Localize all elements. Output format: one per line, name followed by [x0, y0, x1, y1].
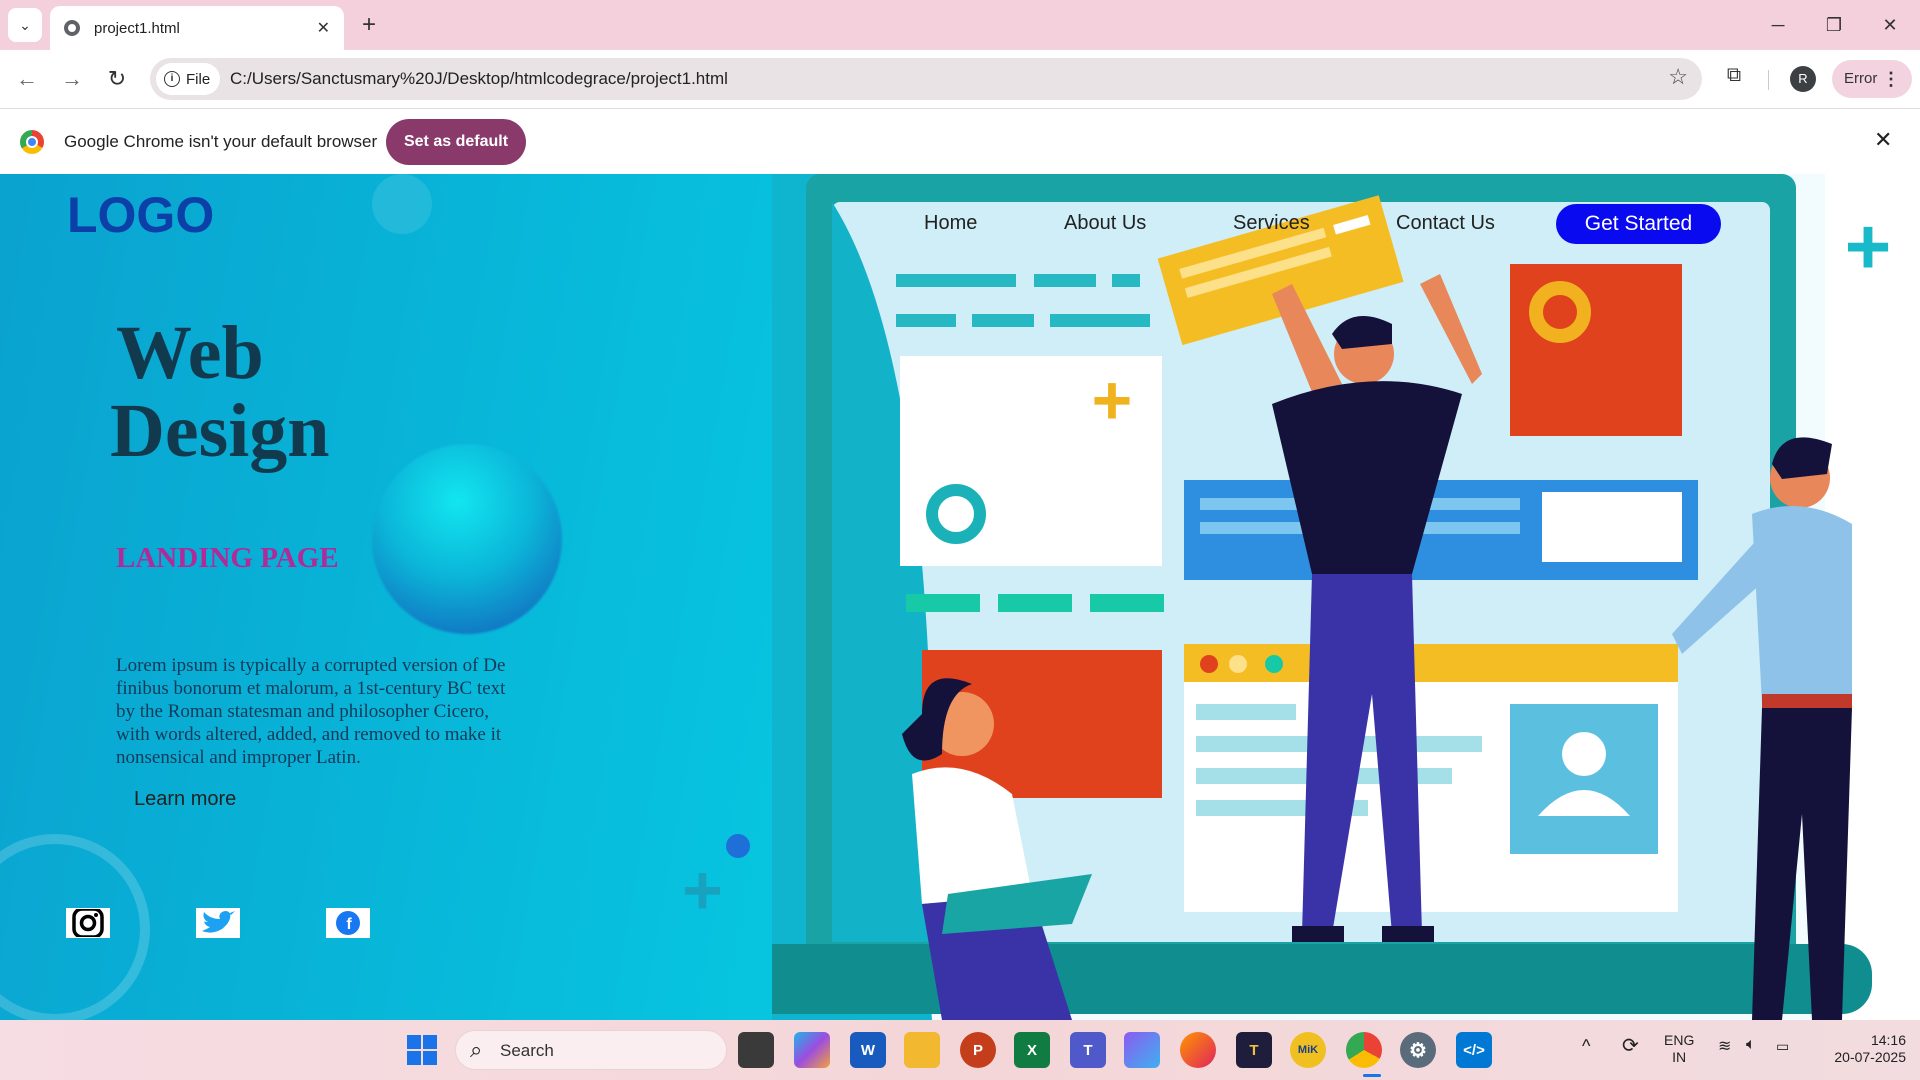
hero-description: Lorem ipsum is typically a corrupted ver…: [116, 655, 506, 768]
wifi-icon[interactable]: ≋: [1718, 1038, 1731, 1055]
site-info-chip[interactable]: i File: [156, 63, 221, 95]
hero-title-line1: Web: [116, 311, 264, 395]
decorative-dot: [726, 834, 750, 858]
decorative-plus-icon: +: [682, 851, 723, 929]
learn-more-link[interactable]: Learn more: [134, 788, 236, 811]
infobar-message: Google Chrome isn't your default browser: [64, 132, 378, 151]
team-web-design-illustration: + +: [772, 174, 1920, 1020]
tab-active[interactable]: project1.html ✕: [50, 6, 344, 50]
address-bar[interactable]: i File C:/Users/Sanctusmary%20J/Desktop/…: [150, 58, 1702, 100]
sync-icon[interactable]: ⟳: [1622, 1036, 1639, 1056]
back-button[interactable]: ←: [12, 64, 42, 94]
taskbar-search-label: Search: [500, 1041, 554, 1060]
url-text[interactable]: C:/Users/Sanctusmary%20J/Desktop/htmlcod…: [230, 69, 728, 89]
nav-services[interactable]: Services: [1233, 212, 1310, 235]
profile-avatar[interactable]: R: [1790, 66, 1816, 92]
site-chip-label: File: [186, 70, 211, 88]
clock[interactable]: 14:16 20-07-2025: [1816, 1032, 1906, 1066]
minimize-button[interactable]: ─: [1758, 8, 1798, 42]
close-tab-icon[interactable]: ✕: [317, 18, 330, 38]
windows-taskbar: ⌕ Search W P X T T MiK ⚙ </> ^ ⟳ ENG IN …: [0, 1020, 1920, 1080]
miktex-icon[interactable]: MiK: [1290, 1032, 1326, 1068]
tab-strip: ⌄ project1.html ✕ + ─ ❐ ✕: [0, 0, 1920, 50]
chevron-up-icon[interactable]: ^: [1582, 1037, 1590, 1055]
settings-gear-icon[interactable]: ⚙: [1400, 1032, 1436, 1068]
decorative-bubble: [372, 174, 432, 234]
tex-editor-icon[interactable]: T: [1236, 1032, 1272, 1068]
nav-about-us[interactable]: About Us: [1064, 212, 1146, 235]
info-icon: i: [164, 71, 180, 87]
tab-title: project1.html: [94, 19, 180, 37]
chrome-logo-icon: [20, 130, 44, 154]
site-logo[interactable]: LOGO: [67, 186, 214, 244]
get-started-button[interactable]: Get Started: [1556, 204, 1721, 244]
volume-icon[interactable]: 🔈︎: [1746, 1036, 1756, 1053]
tab-search-button[interactable]: ⌄: [8, 8, 42, 42]
default-browser-infobar: Google Chrome isn't your default browser…: [0, 108, 1920, 174]
clock-time: 14:16: [1870, 1032, 1906, 1048]
app-icon[interactable]: [1124, 1032, 1160, 1068]
chrome-taskbar-icon[interactable]: [1346, 1032, 1382, 1068]
language-line2: IN: [1672, 1049, 1687, 1065]
battery-icon[interactable]: ▭: [1776, 1038, 1789, 1055]
taskbar-search[interactable]: ⌕ Search: [455, 1030, 727, 1070]
extensions-puzzle-icon[interactable]: ⧉: [1720, 64, 1748, 92]
word-icon[interactable]: W: [850, 1032, 886, 1068]
page-viewport: + + + LOGO Home About Us Services Contac…: [0, 174, 1920, 1020]
kebab-menu-icon: ⋮: [1882, 69, 1900, 89]
instagram-icon[interactable]: [66, 908, 110, 938]
vscode-icon[interactable]: </>: [1456, 1032, 1492, 1068]
svg-text:f: f: [346, 916, 352, 933]
nav-home[interactable]: Home: [924, 212, 977, 235]
reload-button[interactable]: ↻: [102, 64, 132, 94]
clock-date: 20-07-2025: [1834, 1049, 1906, 1065]
bookmark-star-icon[interactable]: ☆: [1668, 64, 1688, 90]
error-menu-button[interactable]: Error ⋮: [1832, 60, 1912, 98]
firefox-icon[interactable]: [1180, 1032, 1216, 1068]
file-explorer-icon[interactable]: [904, 1032, 940, 1068]
decorative-sphere: [372, 444, 562, 634]
excel-icon[interactable]: X: [1014, 1032, 1050, 1068]
globe-icon: [64, 20, 80, 36]
svg-text:+: +: [1845, 202, 1892, 291]
nav-contact-us[interactable]: Contact Us: [1396, 212, 1495, 235]
language-line1: ENG: [1664, 1032, 1695, 1048]
hero-title-line2: Design: [110, 389, 330, 473]
powerpoint-icon[interactable]: P: [960, 1032, 996, 1068]
language-indicator[interactable]: ENG IN: [1664, 1032, 1694, 1066]
task-view-icon[interactable]: [738, 1032, 774, 1068]
twitter-icon[interactable]: [196, 908, 240, 938]
chrome-active-indicator: [1363, 1074, 1381, 1077]
copilot-icon[interactable]: [794, 1032, 830, 1068]
close-infobar-icon[interactable]: ✕: [1874, 127, 1892, 153]
facebook-icon[interactable]: f: [326, 908, 370, 938]
toolbar-divider: [1768, 70, 1769, 90]
restore-button[interactable]: ❐: [1814, 8, 1854, 42]
search-icon: ⌕: [470, 1037, 483, 1062]
set-as-default-button[interactable]: Set as default: [386, 119, 526, 165]
windows-start-icon[interactable]: [404, 1032, 440, 1068]
hero-subtitle: LANDING PAGE: [116, 542, 339, 574]
teams-icon[interactable]: T: [1070, 1032, 1106, 1068]
new-tab-button[interactable]: +: [354, 10, 384, 40]
close-window-button[interactable]: ✕: [1870, 8, 1910, 42]
forward-button[interactable]: →: [57, 64, 87, 94]
browser-toolbar: ← → ↻ i File C:/Users/Sanctusmary%20J/De…: [0, 50, 1920, 108]
hero-title: Web Design: [110, 314, 330, 470]
svg-text:+: +: [1092, 361, 1133, 439]
error-label: Error: [1844, 70, 1878, 87]
